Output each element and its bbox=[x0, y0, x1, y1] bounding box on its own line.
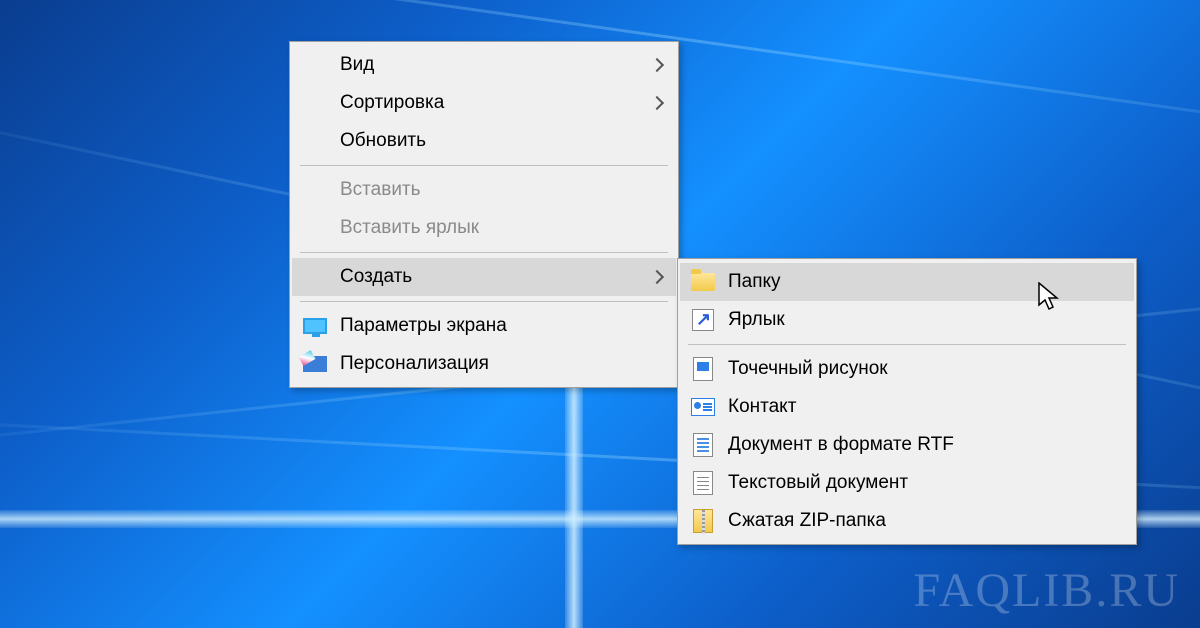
bitmap-icon bbox=[690, 356, 716, 382]
zip-folder-icon bbox=[690, 508, 716, 534]
submenu-item-bitmap[interactable]: Точечный рисунок bbox=[680, 350, 1134, 388]
menu-separator bbox=[688, 344, 1126, 345]
submenu-item-shortcut[interactable]: Ярлык bbox=[680, 301, 1134, 339]
menu-item-view[interactable]: Вид bbox=[292, 46, 676, 84]
menu-label: Папку bbox=[728, 271, 1120, 293]
menu-label: Сортировка bbox=[340, 92, 644, 114]
text-document-icon bbox=[690, 470, 716, 496]
menu-label: Текстовый документ bbox=[728, 472, 1120, 494]
menu-label: Сжатая ZIP-папка bbox=[728, 510, 1120, 532]
menu-separator bbox=[300, 252, 668, 253]
menu-item-paste: Вставить bbox=[292, 171, 676, 209]
menu-item-refresh[interactable]: Обновить bbox=[292, 122, 676, 160]
menu-item-personalize[interactable]: Персонализация bbox=[292, 345, 676, 383]
submenu-item-rtf[interactable]: Документ в формате RTF bbox=[680, 426, 1134, 464]
submenu-item-txt[interactable]: Текстовый документ bbox=[680, 464, 1134, 502]
menu-label: Создать bbox=[340, 266, 644, 288]
menu-item-sort[interactable]: Сортировка bbox=[292, 84, 676, 122]
desktop-context-menu: Вид Сортировка Обновить Вставить Вставит… bbox=[289, 41, 679, 388]
menu-label: Точечный рисунок bbox=[728, 358, 1120, 380]
contact-icon bbox=[690, 394, 716, 420]
chevron-right-icon bbox=[650, 96, 664, 110]
menu-item-display-settings[interactable]: Параметры экрана bbox=[292, 307, 676, 345]
menu-label: Вставить bbox=[340, 179, 662, 201]
menu-item-create[interactable]: Создать bbox=[292, 258, 676, 296]
menu-label: Вставить ярлык bbox=[340, 217, 662, 239]
personalize-icon bbox=[302, 351, 328, 377]
menu-separator bbox=[300, 301, 668, 302]
menu-label: Персонализация bbox=[340, 353, 662, 375]
menu-separator bbox=[300, 165, 668, 166]
submenu-item-contact[interactable]: Контакт bbox=[680, 388, 1134, 426]
menu-label: Вид bbox=[340, 54, 644, 76]
menu-label: Параметры экрана bbox=[340, 315, 662, 337]
menu-item-paste-shortcut: Вставить ярлык bbox=[292, 209, 676, 247]
shortcut-icon bbox=[690, 307, 716, 333]
create-submenu: Папку Ярлык Точечный рисунок Контакт Док… bbox=[677, 258, 1137, 545]
window-logo-bar bbox=[565, 368, 583, 628]
menu-label: Документ в формате RTF bbox=[728, 434, 1120, 456]
menu-label: Ярлык bbox=[728, 309, 1120, 331]
watermark-text: FAQLIB.RU bbox=[914, 563, 1180, 618]
rtf-icon bbox=[690, 432, 716, 458]
submenu-item-folder[interactable]: Папку bbox=[680, 263, 1134, 301]
menu-label: Обновить bbox=[340, 130, 662, 152]
chevron-right-icon bbox=[650, 58, 664, 72]
display-icon bbox=[302, 313, 328, 339]
chevron-right-icon bbox=[650, 270, 664, 284]
folder-icon bbox=[690, 269, 716, 295]
submenu-item-zip[interactable]: Сжатая ZIP-папка bbox=[680, 502, 1134, 540]
menu-label: Контакт bbox=[728, 396, 1120, 418]
